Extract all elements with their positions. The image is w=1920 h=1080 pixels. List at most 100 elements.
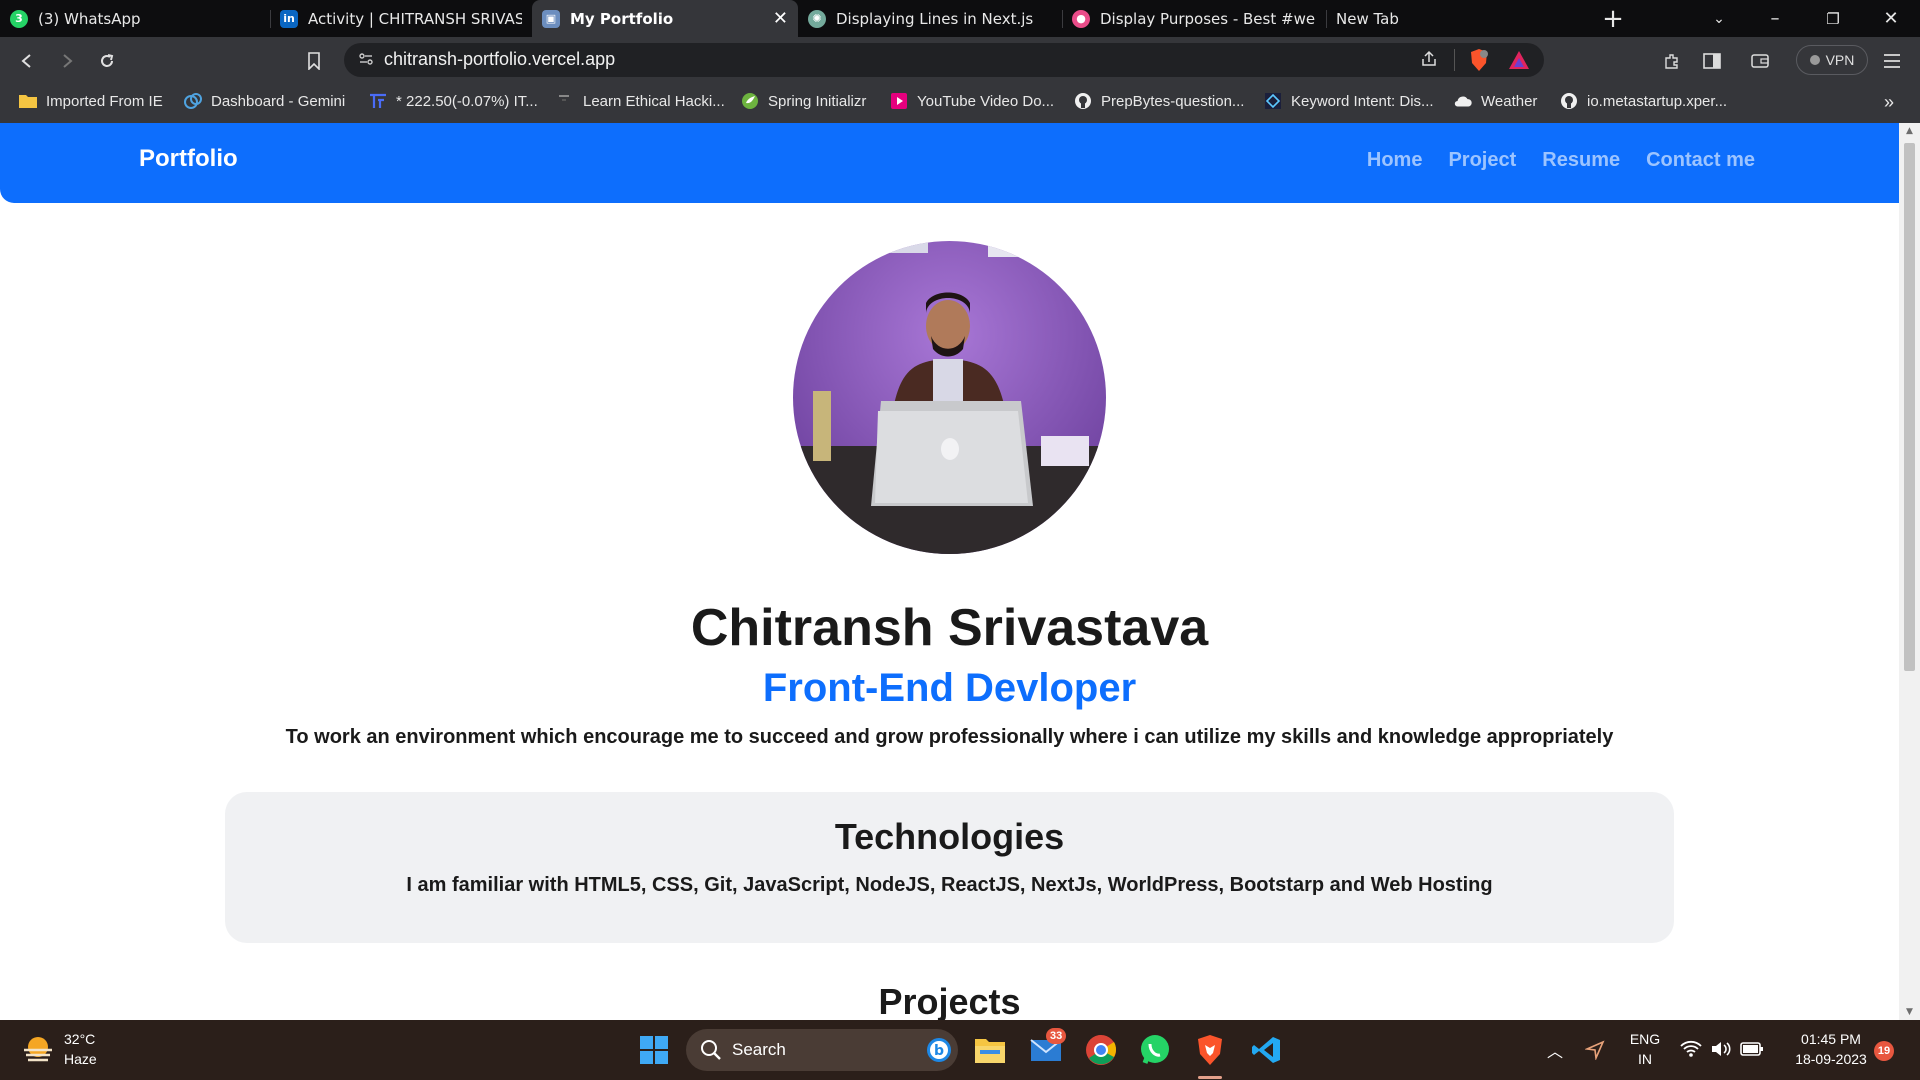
share-icon[interactable] xyxy=(1420,50,1438,72)
site-navbar: Portfolio Home Project Resume Contact me xyxy=(0,123,1899,203)
bookmark-keyword-intent[interactable]: Keyword Intent: Dis... xyxy=(1263,92,1434,110)
close-tab-icon[interactable]: ✕ xyxy=(773,8,788,29)
reload-button[interactable] xyxy=(93,47,121,75)
bing-icon[interactable]: b xyxy=(926,1037,952,1067)
bookmark-stock-ticker[interactable]: * 222.50(-0.07%) IT... xyxy=(368,92,538,110)
nav-contact-me[interactable]: Contact me xyxy=(1646,149,1755,172)
gemini-icon xyxy=(183,92,203,110)
chatgpt-icon: ✺ xyxy=(808,9,826,28)
nav-home[interactable]: Home xyxy=(1367,149,1423,172)
bookmark-button[interactable] xyxy=(300,47,328,75)
bookmark-prepbytes[interactable]: PrepBytes-question... xyxy=(1073,92,1244,110)
nav-resume[interactable]: Resume xyxy=(1542,149,1620,172)
brave-browser-icon[interactable] xyxy=(1192,1032,1228,1068)
tab-nextjs-lines[interactable]: ✺ Displaying Lines in Next.js xyxy=(798,0,1062,37)
notification-count-badge[interactable]: 19 xyxy=(1874,1041,1894,1061)
active-app-indicator xyxy=(1198,1076,1222,1079)
vscode-icon[interactable] xyxy=(1248,1032,1284,1068)
extensions-button[interactable] xyxy=(1658,47,1686,75)
browser-toolbar: chitransh-portfolio.vercel.app VPN xyxy=(0,37,1920,83)
taskbar-search-box[interactable]: Search b xyxy=(686,1029,958,1071)
site-brand[interactable]: Portfolio xyxy=(139,145,238,173)
bookmark-imported-from-ie[interactable]: Imported From IE xyxy=(18,92,163,110)
wallet-icon xyxy=(1751,54,1769,68)
site-nav-links: Home Project Resume Contact me xyxy=(1367,149,1755,172)
technologies-heading: Technologies xyxy=(834,816,1065,857)
bookmark-spring-initializr[interactable]: Spring Initializr xyxy=(740,92,866,110)
mail-badge: 33 xyxy=(1046,1028,1067,1044)
page-viewport: Portfolio Home Project Resume Contact me xyxy=(0,123,1899,1020)
weather-icon xyxy=(1453,92,1473,110)
weather-sun-haze-icon[interactable] xyxy=(22,1034,54,1068)
tab-strip: 3 (3) WhatsApp in Activity | CHITRANSH S… xyxy=(0,0,1920,37)
tab-display-purposes[interactable]: ● Display Purposes - Best #webdev xyxy=(1062,0,1326,37)
profile-photo xyxy=(793,241,1106,554)
volume-icon[interactable] xyxy=(1710,1040,1732,1062)
clock-date[interactable]: 18-09-2023 xyxy=(1776,1051,1886,1067)
sidebar-icon xyxy=(1703,53,1721,69)
technologies-description: I am familiar with HTML5, CSS, Git, Java… xyxy=(406,874,1493,896)
page-scrollbar[interactable]: ▲ ▼ xyxy=(1899,123,1920,1020)
vpn-status-icon xyxy=(1809,55,1820,65)
more-bookmarks-chevron-icon[interactable]: » xyxy=(1884,92,1894,113)
folder-icon xyxy=(18,92,38,110)
new-tab-button[interactable]: + xyxy=(1590,0,1636,37)
forward-arrow-icon xyxy=(63,54,73,68)
bookmark-metastartup[interactable]: io.metastartup.xper... xyxy=(1559,92,1727,110)
clock-time[interactable]: 01:45 PM xyxy=(1776,1031,1886,1047)
hamburger-icon xyxy=(1884,54,1900,68)
scroll-up-icon[interactable]: ▲ xyxy=(1904,126,1915,136)
show-hidden-icons-chevron-icon[interactable]: ︿ xyxy=(1540,1032,1570,1068)
tab-linkedin[interactable]: in Activity | CHITRANSH SRIVASTAVA xyxy=(270,0,532,37)
bookmark-weather[interactable]: Weather xyxy=(1453,92,1537,110)
ticker-icon xyxy=(368,92,388,110)
back-button[interactable] xyxy=(13,47,41,75)
file-explorer-icon[interactable] xyxy=(972,1032,1008,1068)
whatsapp-icon[interactable] xyxy=(1137,1032,1173,1068)
wallet-button[interactable] xyxy=(1746,47,1774,75)
url-text[interactable]: chitransh-portfolio.vercel.app xyxy=(384,49,615,70)
sidebar-button[interactable] xyxy=(1698,47,1726,75)
linkedin-icon: in xyxy=(280,9,298,28)
brave-shields-icon[interactable] xyxy=(1468,48,1490,76)
restore-button[interactable]: ❐ xyxy=(1810,0,1856,37)
windows-start-icon[interactable] xyxy=(636,1032,672,1068)
technologies-card: Technologies I am familiar with HTML5, C… xyxy=(225,792,1674,943)
portfolio-icon: ▣ xyxy=(542,9,560,28)
keyword-icon xyxy=(1263,92,1283,110)
dribbble-icon: ● xyxy=(1072,9,1090,28)
language-indicator[interactable]: ENG xyxy=(1622,1031,1668,1047)
puzzle-icon xyxy=(1665,54,1678,69)
forward-button[interactable] xyxy=(53,47,81,75)
bookmark-ethical-hacking[interactable]: Learn Ethical Hacki... xyxy=(555,92,725,110)
menu-button[interactable] xyxy=(1878,47,1906,75)
address-bar[interactable]: chitransh-portfolio.vercel.app xyxy=(344,43,1544,77)
tab-whatsapp[interactable]: 3 (3) WhatsApp xyxy=(0,0,270,37)
wifi-icon[interactable] xyxy=(1680,1040,1702,1062)
scroll-down-icon[interactable]: ▼ xyxy=(1904,1007,1915,1017)
bookmark-youtube-video[interactable]: YouTube Video Do... xyxy=(889,92,1054,110)
bookmark-dashboard-gemini[interactable]: Dashboard - Gemini xyxy=(183,92,345,110)
github-icon xyxy=(1559,92,1579,110)
vpn-button[interactable]: VPN xyxy=(1796,45,1868,75)
bookmark-icon xyxy=(308,52,320,70)
search-icon xyxy=(700,1039,722,1065)
scrollbar-thumb[interactable] xyxy=(1904,143,1915,671)
location-arrow-icon[interactable] xyxy=(1580,1032,1610,1068)
site-settings-icon[interactable] xyxy=(358,51,374,71)
region-indicator[interactable]: IN xyxy=(1622,1051,1668,1067)
tab-search-chevron-icon[interactable]: ⌄ xyxy=(1696,0,1742,37)
github-icon xyxy=(1073,92,1093,110)
projects-heading: Projects xyxy=(878,981,1021,1020)
minimize-button[interactable]: – xyxy=(1752,0,1798,37)
tab-new-tab[interactable]: New Tab xyxy=(1326,0,1586,37)
tab-my-portfolio[interactable]: ▣ My Portfolio ✕ xyxy=(532,0,798,37)
nav-project[interactable]: Project xyxy=(1448,149,1516,172)
window-close-button[interactable]: ✕ xyxy=(1868,0,1914,37)
brave-rewards-icon[interactable] xyxy=(1508,50,1530,74)
weather-description[interactable]: Haze xyxy=(64,1051,97,1067)
battery-icon[interactable] xyxy=(1740,1041,1764,1061)
weather-temperature[interactable]: 32°C xyxy=(64,1031,95,1047)
windows-taskbar: 32°C Haze Search b 33 ︿ ENG IN 01:45 PM … xyxy=(0,1020,1920,1080)
chrome-icon[interactable] xyxy=(1083,1032,1119,1068)
